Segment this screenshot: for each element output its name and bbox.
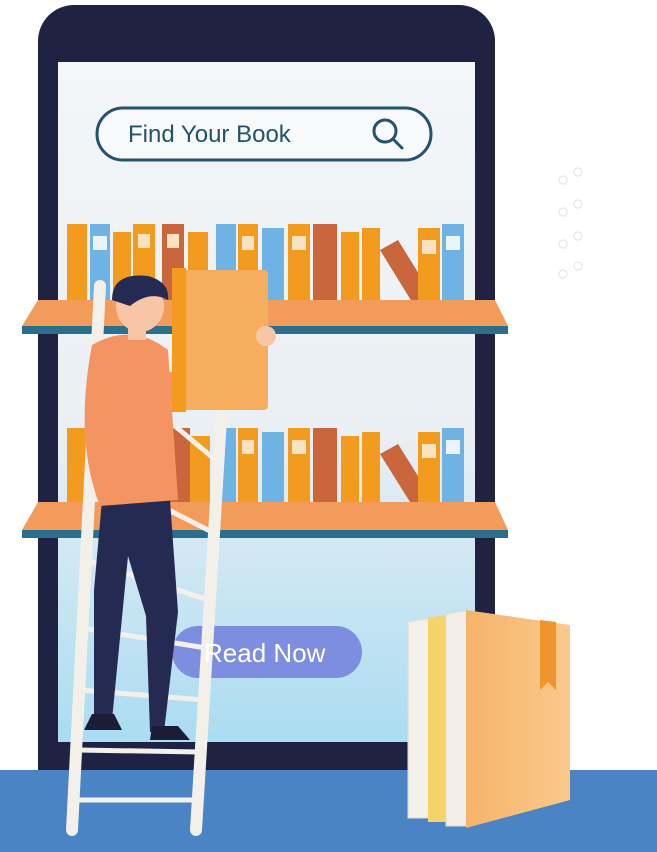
lower-shelf [22,502,508,530]
floor-books [407,609,570,828]
lower-shelf-edge [22,530,508,538]
read-now-label[interactable]: Read Now [204,635,325,671]
library-illustration [0,5,657,852]
search-placeholder[interactable]: Find Your Book [128,118,291,152]
decorative-dots [558,167,583,279]
